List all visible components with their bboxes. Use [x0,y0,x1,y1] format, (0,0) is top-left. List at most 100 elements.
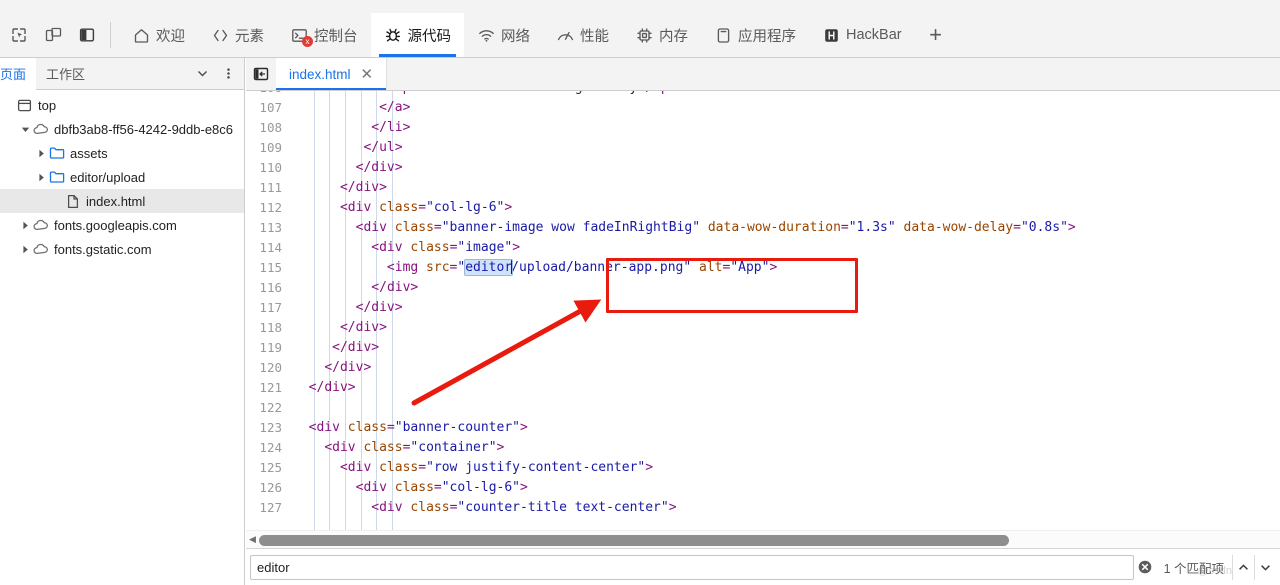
navigator-tab-workspace[interactable]: 工作区 [36,58,95,90]
add-panel-button[interactable]: + [921,20,951,50]
close-icon[interactable]: ✕ [361,67,374,82]
code-line-text[interactable]: <span class="text-2">Google Play</span> [290,91,1280,98]
code-line-text[interactable]: <div class="counter-title text-center"> [290,498,1280,518]
panel-tab-label: HackBar [846,27,902,43]
show-navigator-icon[interactable] [246,58,276,90]
panel-tab-4[interactable]: 网络 [464,13,543,57]
panel-tab-7[interactable]: 应用程序 [701,13,809,57]
twisty-expanded-icon[interactable] [18,122,32,136]
horizontal-scrollbar[interactable]: ◀ [246,530,1280,548]
code-line-text[interactable]: <div class="image"> [290,238,1280,258]
chevron-down-icon[interactable] [190,62,214,86]
scrollbar-track[interactable] [259,531,1280,549]
line-number[interactable]: 123 [246,418,290,438]
tree-item-label: fonts.googleapis.com [54,218,177,233]
performance-gauge-icon [556,26,574,44]
device-toolbar-icon[interactable] [38,20,68,50]
code-line-text[interactable]: </div> [290,318,1280,338]
line-number[interactable]: 108 [246,118,290,138]
twisty-collapsed-icon[interactable] [18,218,32,232]
cloud-domain-icon [32,217,49,234]
twisty-collapsed-icon[interactable] [34,146,48,160]
code-line-text[interactable]: </div> [290,338,1280,358]
panel-tab-2[interactable]: x控制台 [277,13,371,57]
code-line-text[interactable]: <div class="banner-image wow fadeInRight… [290,218,1280,238]
cloud-domain-icon [32,241,49,258]
code-viewer[interactable]: 106 <span class="text-2">Google Play</sp… [246,91,1280,563]
panel-tab-3[interactable]: 源代码 [371,13,465,57]
tree-item-1[interactable]: dbfb3ab8-ff56-4242-9ddb-e8c6 [0,117,244,141]
panel-tab-0[interactable]: 欢迎 [119,13,198,57]
tree-item-0[interactable]: top [0,93,244,117]
code-line: 115 <img src="editor/upload/banner-app.p… [246,258,1280,278]
line-number[interactable]: 111 [246,178,290,198]
panel-tab-8[interactable]: HackBar [809,13,915,57]
line-number[interactable]: 109 [246,138,290,158]
line-number[interactable]: 116 [246,278,290,298]
code-line-text[interactable]: </ul> [290,138,1280,158]
code-line-text[interactable]: </a> [290,98,1280,118]
twisty-collapsed-icon[interactable] [34,170,48,184]
line-number[interactable]: 126 [246,478,290,498]
code-line-text[interactable]: </div> [290,178,1280,198]
code-line: 126 <div class="col-lg-6"> [246,478,1280,498]
panel-tab-1[interactable]: 元素 [198,13,277,57]
line-number[interactable]: 120 [246,358,290,378]
twisty-collapsed-icon[interactable] [18,242,32,256]
frame-icon [16,97,33,114]
code-line-text[interactable]: <div class="col-lg-6"> [290,478,1280,498]
code-line-text[interactable]: <img src="editor/upload/banner-app.png" … [290,258,1280,278]
tree-item-6[interactable]: fonts.gstatic.com [0,237,244,261]
line-number[interactable]: 125 [246,458,290,478]
line-number[interactable]: 112 [246,198,290,218]
code-line: 113 <div class="banner-image wow fadeInR… [246,218,1280,238]
line-number[interactable]: 117 [246,298,290,318]
line-number[interactable]: 127 [246,498,290,518]
panel-tab-5[interactable]: 性能 [543,13,622,57]
line-number[interactable]: 114 [246,238,290,258]
code-line-text[interactable]: </div> [290,278,1280,298]
line-number[interactable]: 115 [246,258,290,278]
navigator-tab-page[interactable]: 页面 [0,58,36,90]
devtools-toolbar: 欢迎 元素 x控制台源代码网络性能内存应用程序 HackBar + [0,0,1280,58]
code-line: 108 </li> [246,118,1280,138]
clear-circle-icon[interactable] [1134,555,1156,580]
scrollbar-thumb[interactable] [259,535,1009,546]
tree-item-5[interactable]: fonts.googleapis.com [0,213,244,237]
inspect-element-icon[interactable] [4,20,34,50]
code-line-text[interactable]: </div> [290,378,1280,398]
line-number[interactable]: 121 [246,378,290,398]
home-icon [132,26,150,44]
chevron-up-icon[interactable] [1232,555,1254,580]
line-number[interactable]: 107 [246,98,290,118]
line-number[interactable]: 122 [246,398,290,418]
code-line-text[interactable]: </li> [290,118,1280,138]
code-line-text[interactable]: <div class="container"> [290,438,1280,458]
dock-side-icon[interactable] [72,20,102,50]
line-number[interactable]: 113 [246,218,290,238]
code-line-text[interactable]: </div> [290,298,1280,318]
code-line-text[interactable]: </div> [290,358,1280,378]
panel-tab-6[interactable]: 内存 [622,13,701,57]
code-line: 120 </div> [246,358,1280,378]
code-line-text[interactable]: <div class="banner-counter"> [290,418,1280,438]
line-number[interactable]: 110 [246,158,290,178]
tree-item-3[interactable]: editor/upload [0,165,244,189]
tree-item-2[interactable]: assets [0,141,244,165]
code-line: 124 <div class="container"> [246,438,1280,458]
code-line: 117 </div> [246,298,1280,318]
editor-tab-index-html[interactable]: index.html ✕ [276,58,387,90]
code-line-text[interactable]: </div> [290,158,1280,178]
tree-item-4[interactable]: index.html [0,189,244,213]
search-input[interactable] [250,555,1134,580]
kebab-menu-icon[interactable] [216,62,240,86]
code-line-text[interactable]: <div class="row justify-content-center"> [290,458,1280,478]
line-number[interactable]: 119 [246,338,290,358]
line-number[interactable]: 106 [246,91,290,98]
panel-tab-label: 元素 [235,25,264,46]
scroll-left-arrow-icon[interactable]: ◀ [246,531,259,549]
chevron-down-icon[interactable] [1254,555,1276,580]
line-number[interactable]: 124 [246,438,290,458]
line-number[interactable]: 118 [246,318,290,338]
code-line-text[interactable]: <div class="col-lg-6"> [290,198,1280,218]
